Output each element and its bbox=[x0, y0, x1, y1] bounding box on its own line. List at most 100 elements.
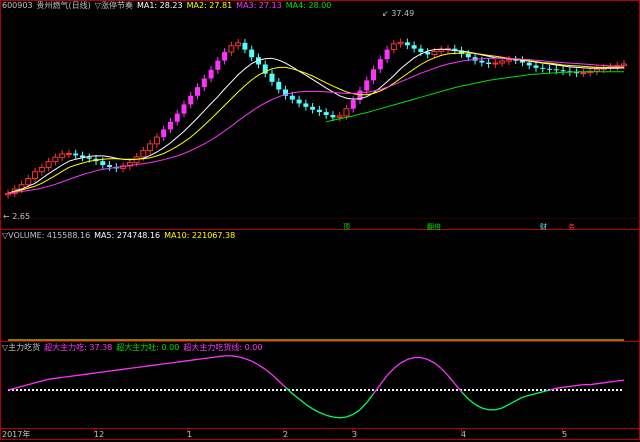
candle-body bbox=[343, 108, 350, 117]
candle-body bbox=[526, 62, 532, 66]
marker-finance[interactable]: 财 bbox=[540, 222, 547, 232]
candle-body bbox=[215, 60, 221, 70]
candle-body bbox=[574, 72, 580, 74]
candle-body bbox=[547, 68, 553, 70]
indicator-line-seg bbox=[291, 393, 300, 400]
indicator-line-seg bbox=[515, 396, 523, 402]
candle-body bbox=[377, 59, 383, 70]
candle-body bbox=[153, 136, 160, 145]
candle-body bbox=[505, 59, 512, 62]
indicator-line-seg bbox=[28, 382, 36, 386]
indicator-line-seg bbox=[379, 375, 388, 385]
indicator-line-seg bbox=[359, 402, 368, 411]
candle-body bbox=[371, 69, 377, 81]
indicator-line-seg bbox=[447, 375, 456, 385]
marker-double[interactable]: 翻倍 bbox=[427, 222, 441, 232]
indicator-line-seg bbox=[89, 372, 97, 375]
indicator-line-seg bbox=[610, 380, 618, 383]
candle-body bbox=[86, 157, 92, 159]
indicator-line-seg bbox=[258, 364, 266, 370]
x-label-1: 1 bbox=[187, 430, 193, 439]
ma-line-4 bbox=[326, 71, 624, 123]
high-annotation: ↙ 37.49 bbox=[382, 9, 415, 18]
low-annotation: ← 2.65 bbox=[3, 212, 31, 221]
indicator-line-seg bbox=[501, 403, 510, 409]
indicator-line-seg bbox=[617, 379, 625, 382]
candle-body bbox=[330, 115, 336, 118]
candle-body bbox=[296, 99, 302, 104]
indicator-line-seg bbox=[95, 371, 103, 374]
candle-body bbox=[100, 161, 106, 166]
indicator-line-seg bbox=[590, 383, 598, 386]
indicator-line-seg bbox=[440, 367, 449, 377]
candle-body bbox=[228, 45, 235, 53]
candle-body bbox=[201, 78, 207, 88]
indicator-line-seg bbox=[298, 398, 307, 405]
indicator-line-seg bbox=[156, 363, 164, 366]
candle-body bbox=[32, 171, 39, 179]
indicator-line-seg bbox=[339, 416, 347, 419]
candle-body bbox=[492, 62, 499, 65]
ma-line-1 bbox=[7, 48, 625, 194]
indicator-line-seg bbox=[102, 370, 110, 373]
vol-ma10-label: MA10: 221067.38 bbox=[164, 231, 236, 240]
indicator-line-seg bbox=[305, 403, 313, 410]
candle-body bbox=[499, 60, 506, 64]
indicator-line-seg bbox=[400, 358, 408, 364]
s2-label: 超大主力吐: 0.00 bbox=[116, 343, 180, 352]
candle-body bbox=[384, 49, 390, 60]
x-label-5: 5 bbox=[562, 430, 568, 439]
candle-body bbox=[276, 81, 282, 90]
candle-body bbox=[621, 63, 627, 66]
indicator-line-seg bbox=[386, 367, 395, 377]
candle-body bbox=[411, 45, 417, 49]
stock-chart[interactable]: 600903 贵州燃气(日线) ▽涨停节奏 MA1: 28.23 MA2: 27.81 M… bbox=[0, 0, 640, 440]
candle-body bbox=[147, 143, 154, 152]
candle-body bbox=[289, 95, 295, 100]
indicator-line-seg bbox=[271, 374, 280, 382]
indicator-line-seg bbox=[251, 360, 259, 366]
indicator-line-seg bbox=[467, 398, 476, 405]
indicator-line-seg bbox=[556, 386, 564, 389]
indicator-line-seg bbox=[48, 377, 56, 380]
candle-body bbox=[479, 60, 485, 63]
low-value: 2.65 bbox=[12, 212, 31, 221]
indicator-line-seg bbox=[529, 392, 537, 397]
indicator-line-seg bbox=[535, 391, 543, 395]
candle-body bbox=[45, 161, 52, 168]
candle-body bbox=[188, 95, 194, 105]
candle-body bbox=[310, 106, 316, 110]
ma3-label: MA3: 27.13 bbox=[236, 1, 282, 10]
indicator-name[interactable]: ▽涨停节奏 bbox=[95, 1, 133, 10]
indicator-line-seg bbox=[183, 359, 191, 362]
indicator-line-seg bbox=[109, 369, 117, 372]
ma4-label: MA4: 28.00 bbox=[285, 1, 332, 10]
marker-top[interactable]: 顶 bbox=[343, 222, 350, 232]
indicator-line-seg bbox=[150, 364, 158, 367]
chart-frame bbox=[0, 0, 640, 440]
indicator-line-seg bbox=[41, 378, 49, 382]
volume-label[interactable]: ▽VOLUME: 415588.16 bbox=[2, 231, 90, 240]
candle-body bbox=[323, 112, 329, 115]
indicator-line-seg bbox=[407, 356, 415, 361]
candle-body bbox=[208, 69, 214, 79]
x-label-3: 3 bbox=[352, 430, 358, 439]
candle-body bbox=[397, 41, 404, 45]
indicator-line-seg bbox=[366, 393, 375, 403]
candle-body bbox=[540, 67, 546, 69]
indicator-label[interactable]: ▽主力吃货 bbox=[2, 343, 40, 352]
indicator-line-seg bbox=[116, 368, 124, 371]
candle-body bbox=[438, 49, 445, 53]
indicator-line-seg bbox=[190, 358, 198, 361]
indicator-header: ▽主力吃货 超大主力吃: 37.38 超大主力吐: 0.00 超大主力吃货线: 0.0… bbox=[2, 343, 266, 353]
ma2-label: MA2: 27.81 bbox=[186, 1, 233, 10]
indicator-line-seg bbox=[603, 381, 611, 384]
indicator-line-seg bbox=[204, 356, 212, 360]
indicator-line-seg bbox=[495, 407, 503, 411]
candle-body bbox=[25, 177, 32, 186]
volume-header: ▽VOLUME: 415588.16 MA5: 274748.16 MA10: 22… bbox=[2, 231, 239, 241]
marker-affair[interactable]: 务 bbox=[568, 222, 575, 232]
indicator-line-seg bbox=[542, 389, 550, 393]
indicator-line-seg bbox=[508, 400, 516, 405]
chart-canvas[interactable] bbox=[0, 0, 640, 440]
